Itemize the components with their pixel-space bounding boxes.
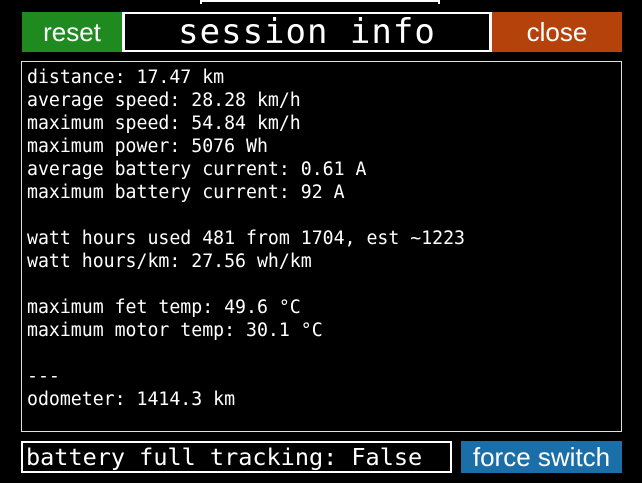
- watt-hours-used-stat: watt hours used 481 from 1704, est ~1223: [27, 228, 465, 249]
- watt-hours-per-km-stat: watt hours/km: 27.56 wh/km: [27, 251, 312, 272]
- reset-button[interactable]: reset: [22, 12, 122, 52]
- maximum-battery-current-stat: maximum battery current: 92 A: [27, 182, 345, 203]
- battery-tracking-status: battery full tracking: False: [21, 441, 452, 473]
- maximum-fet-temp-stat: maximum fet temp: 49.6 °C: [27, 297, 301, 318]
- session-stats-panel: distance: 17.47 km average speed: 28.28 …: [21, 61, 622, 432]
- force-switch-button[interactable]: force switch: [461, 441, 622, 473]
- odometer-stat: odometer: 1414.3 km: [27, 389, 236, 410]
- distance-stat: distance: 17.47 km: [27, 67, 225, 88]
- maximum-motor-temp-stat: maximum motor temp: 30.1 °C: [27, 320, 323, 341]
- average-speed-stat: average speed: 28.28 km/h: [27, 90, 301, 111]
- top-decoration: [200, 0, 440, 4]
- page-title: session info: [122, 12, 492, 52]
- average-battery-current-stat: average battery current: 0.61 A: [27, 159, 367, 180]
- separator-text: ---: [27, 366, 60, 387]
- close-button[interactable]: close: [492, 12, 622, 52]
- maximum-power-stat: maximum power: 5076 Wh: [27, 136, 268, 157]
- maximum-speed-stat: maximum speed: 54.84 km/h: [27, 113, 301, 134]
